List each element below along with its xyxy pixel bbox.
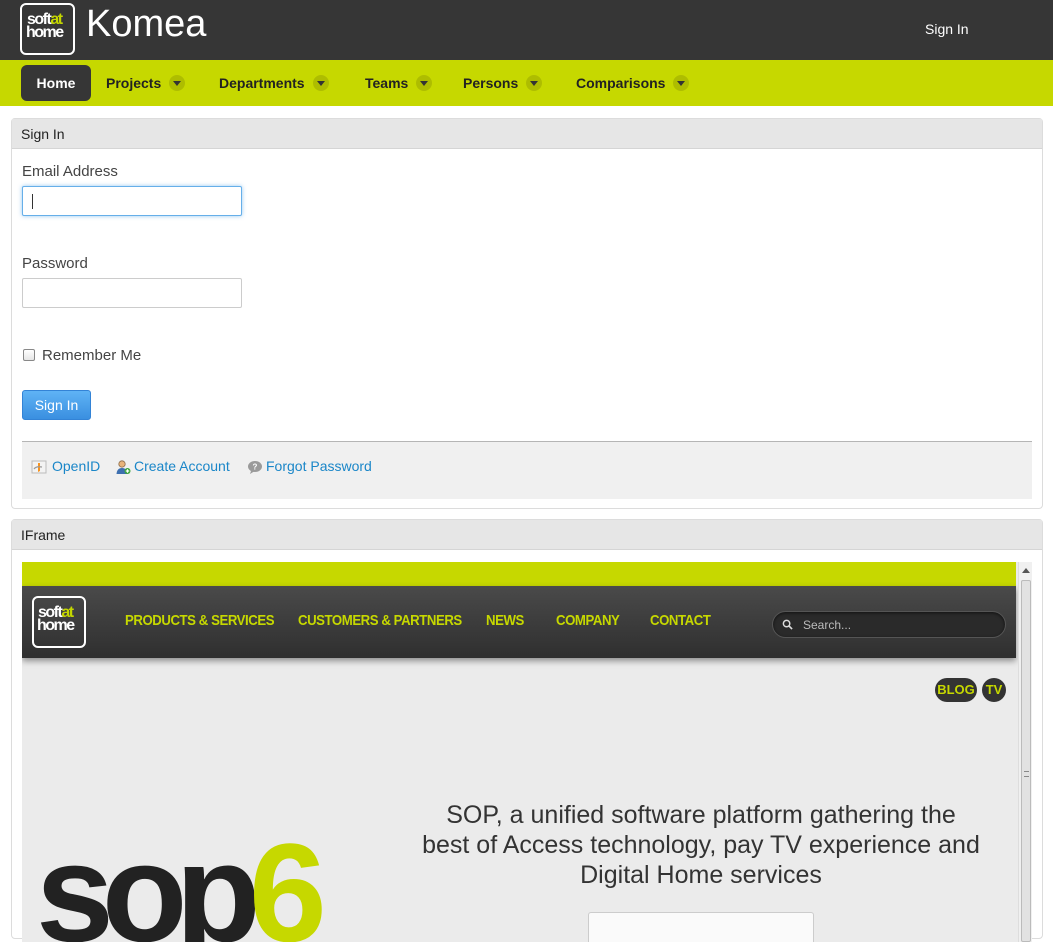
nav-teams[interactable]: Teams [365, 65, 433, 101]
search-icon [782, 619, 793, 630]
sign-in-panel: Sign In Email Address Password Remember … [11, 118, 1043, 509]
site-nav-company[interactable]: COMPANY [556, 612, 620, 629]
site-nav-news[interactable]: NEWS [486, 612, 524, 629]
nav-comparisons-label: Comparisons [576, 75, 666, 91]
nav-teams-label: Teams [365, 75, 409, 91]
chevron-down-icon [526, 75, 543, 92]
scrollbar-grip-icon [1024, 771, 1029, 777]
softathome-logo[interactable]: softat home [20, 3, 75, 55]
sop6-hero-logo: sop6 [36, 814, 327, 942]
site-header: softat home PRODUCTS & SERVICES CUSTOMER… [22, 586, 1016, 658]
auth-links-bar: OpenID Create Account ? Forgot Password [22, 441, 1032, 499]
chevron-down-icon [312, 75, 329, 92]
site-search-input[interactable] [801, 616, 991, 634]
chevron-down-icon [169, 75, 186, 92]
hero-cta-button[interactable] [588, 912, 814, 942]
nav-persons[interactable]: Persons [463, 65, 543, 101]
add-user-icon [116, 460, 131, 474]
nav-comparisons[interactable]: Comparisons [576, 65, 690, 101]
header-sign-in-link[interactable]: Sign In [925, 21, 969, 37]
nav-departments[interactable]: Departments [219, 65, 329, 101]
blog-badge-button[interactable]: BLOG [935, 678, 977, 702]
nav-home[interactable]: Home [21, 65, 91, 101]
email-field[interactable] [22, 186, 242, 216]
site-search-box [772, 611, 1006, 638]
sign-in-panel-title: Sign In [12, 119, 1042, 149]
svg-text:?: ? [253, 463, 258, 472]
remember-me-checkbox[interactable] [23, 349, 35, 361]
forgot-password-link[interactable]: Forgot Password [266, 458, 372, 474]
iframe-scrollbar[interactable] [1018, 562, 1032, 942]
iframe-panel-title: IFrame [12, 520, 1042, 550]
site-logo[interactable]: softat home [32, 596, 86, 648]
chevron-down-icon [416, 75, 433, 92]
openid-icon [31, 460, 47, 474]
site-top-accent-bar [22, 562, 1016, 586]
top-header: softat home Komea Sign In [0, 0, 1053, 60]
embedded-iframe[interactable]: softat home PRODUCTS & SERVICES CUSTOMER… [22, 562, 1032, 942]
app-title[interactable]: Komea [86, 3, 206, 46]
tv-badge-button[interactable]: TV [982, 678, 1006, 702]
site-nav-contact[interactable]: CONTACT [650, 612, 711, 629]
nav-projects-label: Projects [106, 75, 162, 91]
scroll-up-arrow-icon[interactable] [1022, 568, 1030, 573]
nav-home-label: Home [36, 75, 76, 91]
openid-link[interactable]: OpenID [52, 458, 100, 474]
remember-me-label[interactable]: Remember Me [42, 347, 141, 364]
help-icon: ? [248, 461, 262, 474]
site-nav-customers-partners[interactable]: CUSTOMERS & PARTNERS [298, 612, 462, 629]
site-nav-products-services[interactable]: PRODUCTS & SERVICES [125, 612, 275, 629]
create-account-link[interactable]: Create Account [134, 458, 230, 474]
main-navbar: Home Projects Departments Teams Persons … [0, 60, 1053, 106]
nav-departments-label: Departments [219, 75, 305, 91]
logo-text-line2: home [26, 24, 64, 41]
sign-in-button[interactable]: Sign In [22, 390, 91, 420]
chevron-down-icon [673, 75, 690, 92]
email-label: Email Address [22, 163, 118, 180]
nav-persons-label: Persons [463, 75, 519, 91]
nav-projects[interactable]: Projects [106, 65, 186, 101]
scrollbar-thumb[interactable] [1021, 580, 1031, 942]
password-field[interactable] [22, 278, 242, 308]
iframe-panel: IFrame softat home PRODUCTS & SERVICES C… [11, 519, 1043, 942]
text-cursor [32, 194, 33, 209]
password-label: Password [22, 255, 88, 272]
hero-tagline: SOP, a unified software platform gatheri… [422, 801, 980, 889]
site-logo-line2: home [37, 617, 75, 634]
